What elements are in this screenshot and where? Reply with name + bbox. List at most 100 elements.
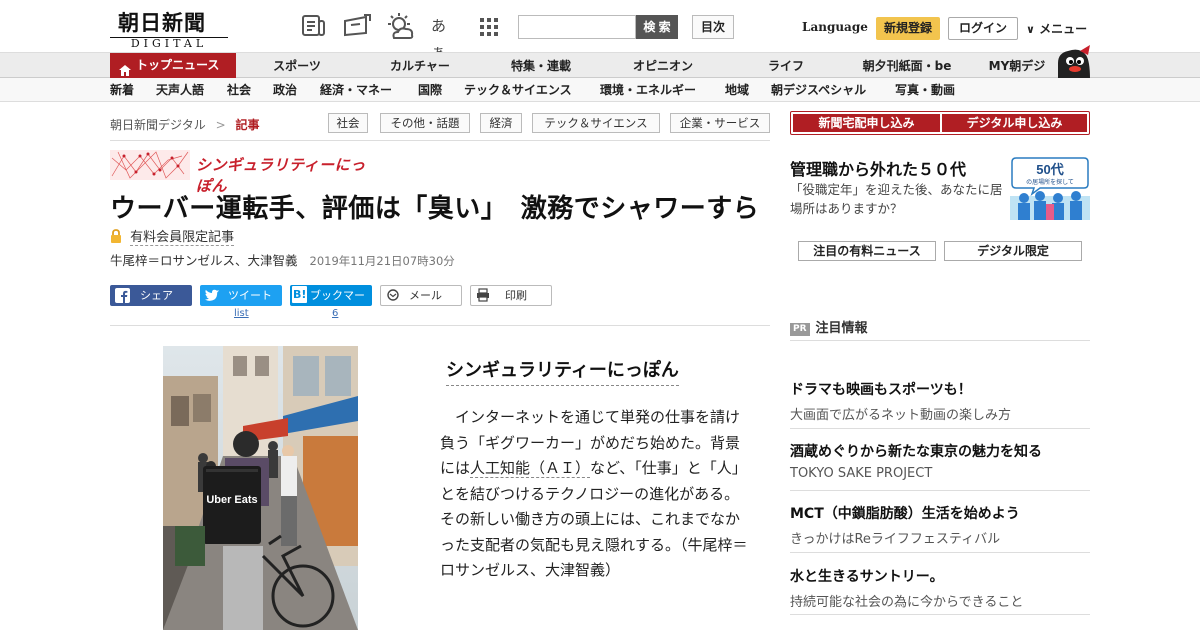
menu-label: メニュー — [1039, 22, 1088, 36]
breadcrumb-home[interactable]: 朝日新聞デジタル — [110, 118, 206, 132]
divider — [790, 428, 1090, 429]
pr-item[interactable]: ドラマも映画もスポーツも！ 大画面で広がるネット動画の楽しみ方 — [790, 379, 1090, 423]
toc-button[interactable]: 目次 — [692, 15, 734, 39]
ai-keyword-link[interactable]: 人工知能（ＡＩ） — [470, 459, 591, 478]
promo-image-title: 50代 — [1036, 162, 1063, 177]
article-photo[interactable]: Uber Eats — [163, 346, 358, 630]
nav-item-culture[interactable]: カルチャー — [380, 53, 460, 78]
tab-paid-news[interactable]: 注目の有料ニュース — [798, 241, 936, 261]
hatena-icon: B! — [292, 286, 308, 303]
subnav-item-region[interactable]: 地域 — [725, 78, 749, 101]
subnav-item-international[interactable]: 国際 — [418, 78, 442, 101]
pr-item-title: ドラマも映画もスポーツも！ — [790, 382, 972, 398]
subnav-item-special[interactable]: 朝デジスペシャル — [771, 78, 866, 101]
promo-title[interactable]: 管理職から外れた５０代 — [790, 156, 966, 180]
facebook-icon — [115, 288, 130, 303]
nav-item-label: トップニュース — [136, 58, 220, 72]
twitter-share-label: ツイート — [228, 289, 272, 302]
publish-date: 2019年11月21日07時30分 — [309, 254, 455, 268]
nav-item-newspaper-be[interactable]: 朝夕刊紙面・be — [852, 53, 962, 78]
login-button[interactable]: ログイン — [948, 17, 1018, 40]
grid-apps-icon[interactable] — [478, 13, 506, 39]
search-button[interactable]: 検 索 — [636, 15, 678, 39]
nav-item-features[interactable]: 特集・連載 — [500, 53, 582, 78]
pr-item-title: 水と生きるサントリー。 — [790, 569, 944, 585]
mascot-icon[interactable] — [1054, 45, 1094, 79]
tag-society[interactable]: 社会 — [328, 113, 368, 133]
pr-item[interactable]: 酒蔵めぐりから新たな東京の魅力を知る TOKYO SAKE PROJECT — [790, 441, 1090, 481]
nav-item-sports[interactable]: スポーツ — [262, 53, 332, 78]
facebook-share-label: シェア — [140, 289, 173, 302]
divider — [790, 340, 1090, 341]
pr-item-title: 酒蔵めぐりから新たな東京の魅力を知る — [790, 444, 1042, 460]
divider — [790, 552, 1090, 553]
uber-eats-logo: Uber Eats — [206, 494, 257, 506]
subnav-item-tenseijingo[interactable]: 天声人語 — [156, 78, 204, 101]
divider — [110, 140, 770, 141]
breadcrumb: 朝日新聞デジタル > 記事 — [110, 116, 260, 133]
facebook-share-button[interactable]: シェア — [110, 285, 192, 306]
weather-icon[interactable] — [386, 13, 414, 39]
nav-item-opinion[interactable]: オピニオン — [622, 53, 704, 78]
pr-heading-text: 注目情報 — [815, 321, 868, 336]
pr-item-subtitle: TOKYO SAKE PROJECT — [790, 466, 933, 481]
subnav-item-politics[interactable]: 政治 — [273, 78, 297, 101]
tag-other-topics[interactable]: その他・話題 — [380, 113, 470, 133]
subnav-item-new[interactable]: 新着 — [110, 78, 134, 101]
breadcrumb-separator: > — [215, 118, 226, 132]
menu-button[interactable]: ∨ メニュー — [1026, 20, 1087, 37]
mail-share-button[interactable]: メール — [380, 285, 462, 306]
intro-title: シンギュラリティーにっぽん — [446, 356, 679, 386]
article-headline: ウーバー運転手、評価は「臭い」 激務でシャワーすら — [110, 194, 760, 224]
site-header: 朝日新聞 DIGITAL あぁ 検 索 目次 Language 新規登録 ログイ… — [0, 0, 1200, 61]
signup-button[interactable]: 新規登録 — [876, 17, 940, 40]
subnav-item-photo-video[interactable]: 写真・動画 — [895, 78, 955, 101]
logo-subtitle: DIGITAL — [130, 37, 208, 50]
pr-item-subtitle: きっかけはReライフフェスティバル — [790, 532, 1001, 547]
tab-digital-only[interactable]: デジタル限定 — [944, 241, 1082, 261]
nav-item-top-news[interactable]: トップニュース — [110, 53, 236, 78]
pr-item-subtitle: 大画面で広がるネット動画の楽しみ方 — [790, 408, 1012, 423]
site-logo[interactable]: 朝日新聞 DIGITAL — [110, 7, 230, 50]
nav-item-my-asadigi[interactable]: MY朝デジ — [980, 53, 1054, 78]
divider — [790, 490, 1090, 491]
subscribe-digital-button[interactable]: デジタル申し込み — [942, 114, 1087, 132]
breadcrumb-current: 記事 — [235, 118, 260, 132]
language-link[interactable]: Language — [802, 20, 868, 34]
logo-title: 朝日新聞 — [118, 10, 206, 35]
scrap-icon[interactable] — [342, 13, 371, 39]
subscribe-paper-button[interactable]: 新聞宅配申し込み — [793, 114, 940, 132]
nav-item-life[interactable]: ライフ — [756, 53, 816, 78]
search-input[interactable] — [518, 15, 636, 39]
hatena-bookmark-button[interactable]: B! ブックマーク — [290, 285, 372, 323]
primary-nav: トップニュース スポーツ カルチャー 特集・連載 オピニオン ライフ 朝夕刊紙面… — [0, 52, 1200, 78]
divider — [110, 325, 770, 326]
newspaper-icon[interactable] — [300, 13, 328, 39]
pr-item[interactable]: 水と生きるサントリー。 持続可能な社会の為に今からできること — [790, 566, 1090, 610]
intro-body: インターネットを通じて単発の仕事を請け負う「ギグワーカー」がめだち始めた。背景に… — [440, 405, 750, 584]
tag-economy[interactable]: 経済 — [480, 113, 522, 133]
paid-label-text[interactable]: 有料会員限定記事 — [130, 230, 235, 246]
secondary-nav: 新着 天声人語 社会 政治 経済・マネー 国際 テック＆サイエンス 環境・エネル… — [0, 78, 1200, 102]
pr-item[interactable]: MCT（中鎖脂肪酸）生活を始めよう きっかけはReライフフェスティバル — [790, 503, 1090, 547]
print-button[interactable]: 印刷 — [470, 285, 552, 306]
paid-member-label: 有料会員限定記事 — [110, 226, 235, 246]
subnav-item-economy[interactable]: 経済・マネー — [320, 78, 392, 101]
hatena-share-label: ブックマーク — [310, 289, 365, 323]
twitter-share-button[interactable]: ツイート — [200, 285, 282, 306]
pr-section-heading: PR 注目情報 — [790, 317, 868, 336]
promo-image[interactable]: 50代 の居場所を探して — [1010, 154, 1090, 220]
font-size-icon[interactable]: あぁ — [431, 13, 459, 61]
twitter-icon — [205, 288, 220, 303]
subnav-item-society[interactable]: 社会 — [227, 78, 251, 101]
hatena-count-link[interactable]: 6 — [332, 308, 338, 319]
series-banner[interactable]: シンギュラリティーにっぽん — [110, 150, 370, 195]
twitter-count-link[interactable]: list — [234, 308, 249, 319]
subnav-item-environment[interactable]: 環境・エネルギー — [600, 78, 696, 101]
subnav-item-tech-science[interactable]: テック＆サイエンス — [464, 78, 572, 101]
promo-body: 「役職定年」を迎えた後、あなたに居場所はありますか？ — [790, 182, 1003, 216]
tag-tech-science[interactable]: テック＆サイエンス — [532, 113, 660, 133]
byline-authors: 牛尾梓＝ロサンゼルス、大津智義 — [110, 253, 298, 268]
tag-companies[interactable]: 企業・サービス — [670, 113, 770, 133]
chevron-down-icon: ∨ — [1026, 23, 1035, 36]
